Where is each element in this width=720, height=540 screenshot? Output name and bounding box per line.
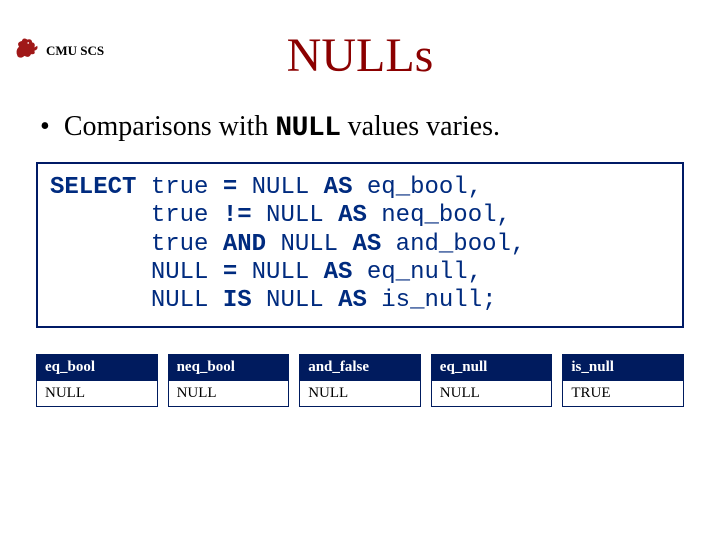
- table-cell: NULL: [431, 380, 552, 406]
- sql-code-box: SELECT true = NULL AS eq_bool, true != N…: [36, 162, 684, 328]
- table-cell: NULL: [37, 380, 158, 406]
- sql-op: =: [223, 174, 237, 201]
- sql-text: NULL: [237, 174, 323, 201]
- table-cell: NULL: [300, 380, 421, 406]
- table-header: is_null: [563, 354, 684, 380]
- table-header: and_false: [300, 354, 421, 380]
- scotty-dragon-icon: [12, 34, 40, 67]
- bullet-point: • Comparisons with NULL values varies.: [40, 111, 720, 144]
- slide-header: CMU SCS: [12, 34, 104, 67]
- sql-kw: AS: [324, 174, 353, 201]
- table-cell: NULL: [168, 380, 289, 406]
- bullet-text-post: values varies.: [341, 111, 500, 142]
- sql-text: NULL: [252, 287, 338, 314]
- result-table: neq_bool NULL: [168, 354, 290, 407]
- sql-kw: AS: [338, 287, 367, 314]
- bullet-keyword: NULL: [275, 113, 340, 144]
- sql-kw: AS: [352, 231, 381, 258]
- sql-op: =: [223, 259, 237, 286]
- result-table: is_null TRUE: [562, 354, 684, 407]
- table-header: eq_null: [431, 354, 552, 380]
- sql-text: NULL: [252, 202, 338, 229]
- result-table: and_false NULL: [299, 354, 421, 407]
- header-org-label: CMU SCS: [46, 43, 104, 59]
- sql-kw: AS: [324, 259, 353, 286]
- result-table: eq_null NULL: [431, 354, 553, 407]
- sql-kw: AS: [338, 202, 367, 229]
- sql-text: eq_null,: [352, 259, 482, 286]
- sql-text: true: [50, 231, 223, 258]
- sql-text: NULL: [50, 287, 223, 314]
- sql-text: NULL: [266, 231, 352, 258]
- sql-text: true: [50, 202, 223, 229]
- sql-text: NULL: [50, 259, 223, 286]
- sql-text: neq_bool,: [367, 202, 511, 229]
- bullet-dot: •: [40, 111, 50, 142]
- result-table: eq_bool NULL: [36, 354, 158, 407]
- sql-kw: IS: [223, 287, 252, 314]
- slide-title: NULLs: [0, 28, 720, 83]
- bullet-text-pre: Comparisons with: [64, 111, 276, 142]
- sql-op: !=: [223, 202, 252, 229]
- table-header: neq_bool: [168, 354, 289, 380]
- sql-text: eq_bool,: [352, 174, 482, 201]
- sql-text: NULL: [237, 259, 323, 286]
- table-cell: TRUE: [563, 380, 684, 406]
- sql-kw: SELECT: [50, 174, 136, 201]
- result-tables-row: eq_bool NULL neq_bool NULL and_false NUL…: [36, 354, 684, 407]
- sql-text: and_bool,: [381, 231, 525, 258]
- sql-text: true: [136, 174, 222, 201]
- slide: CMU SCS NULLs • Comparisons with NULL val…: [0, 28, 720, 540]
- sql-text: is_null;: [367, 287, 497, 314]
- table-header: eq_bool: [37, 354, 158, 380]
- sql-kw: AND: [223, 231, 266, 258]
